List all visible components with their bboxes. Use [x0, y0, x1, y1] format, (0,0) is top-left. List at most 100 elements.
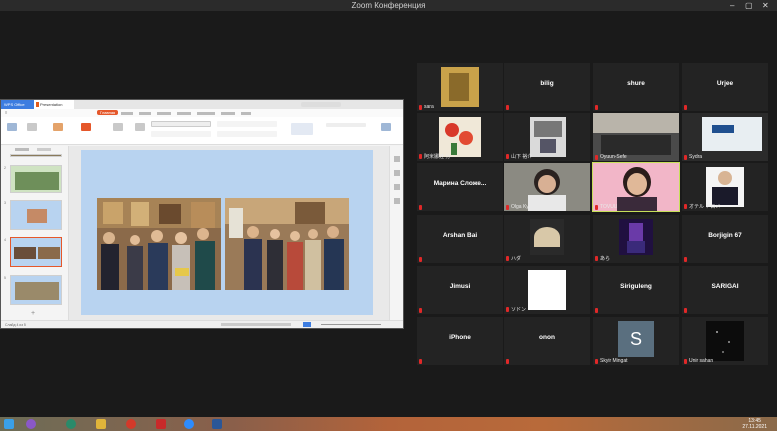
mic-muted-icon [506, 256, 509, 261]
participant-tile[interactable]: sara [417, 63, 503, 111]
menu-slideshow[interactable] [197, 112, 215, 115]
participant-caption [595, 308, 600, 313]
zoom-icon[interactable] [184, 419, 194, 429]
start-icon[interactable] [4, 419, 14, 429]
alignment-buttons[interactable] [217, 131, 277, 137]
zoom-titlebar: Zoom Конференция – ▢ ✕ [0, 0, 777, 11]
layout-panel-icon[interactable] [394, 198, 400, 204]
menu-transitions[interactable] [157, 112, 171, 115]
layout-icon[interactable] [113, 123, 123, 131]
participant-tile[interactable]: Urjee [682, 63, 768, 111]
close-icon[interactable]: ✕ [762, 0, 769, 11]
zoom-slider[interactable] [321, 324, 381, 325]
find-replace[interactable] [326, 123, 366, 127]
participant-tile[interactable]: ソドン [504, 266, 590, 314]
participant-tile[interactable]: iPhone [417, 317, 503, 365]
mic-muted-icon [419, 257, 422, 262]
format-painter-icon[interactable] [53, 123, 63, 131]
maximize-icon[interactable]: ▢ [745, 0, 753, 11]
edge-icon[interactable] [66, 419, 76, 429]
paragraph-buttons[interactable] [217, 121, 277, 127]
participant-tile[interactable]: 阿米娜娃 分 [417, 113, 503, 161]
menu-design[interactable] [139, 112, 151, 115]
participant-tile[interactable]: SARIGAI [682, 266, 768, 314]
slide-thumbnail-5[interactable] [10, 275, 62, 305]
reset-icon[interactable] [135, 123, 145, 131]
mic-muted-icon [684, 308, 687, 313]
file-explorer-icon[interactable] [96, 419, 106, 429]
slideshow-button[interactable] [303, 322, 311, 327]
participant-tile[interactable]: Arshan Bai [417, 215, 503, 263]
participant-tile[interactable]: Марина Сложе... [417, 163, 503, 211]
panel-tabs[interactable] [1, 146, 68, 154]
participant-caption: Skyir Mingat [595, 358, 628, 364]
participant-tile[interactable]: Siriguleng [593, 266, 679, 314]
participant-tile[interactable]: TOVUU [592, 162, 680, 212]
menu-view[interactable] [241, 112, 251, 115]
slide-thumbnail-4[interactable] [10, 237, 62, 267]
slide-photo-left [97, 198, 221, 290]
slides-panel: 2 3 4 5 + [1, 146, 69, 321]
menu-bar: ≡ Главная [1, 109, 403, 117]
animation-icon[interactable] [394, 170, 400, 176]
wps-icon[interactable] [156, 419, 166, 429]
taskbar-clock[interactable]: 13:45 27.11.2021 [742, 418, 767, 430]
mic-muted-icon [506, 154, 509, 159]
menu-animation[interactable] [177, 112, 191, 115]
participant-tile[interactable]: 山下 裕介 [504, 113, 590, 161]
word-icon[interactable] [212, 419, 222, 429]
minimize-icon[interactable]: – [730, 0, 734, 11]
participant-tile[interactable]: オテル ドロメ [682, 163, 768, 211]
search-box[interactable] [301, 102, 341, 107]
menu-home[interactable]: Главная [97, 110, 119, 115]
tab-document[interactable]: Presentation [34, 100, 74, 109]
participant-tile[interactable]: S Skyir Mingat [593, 317, 679, 365]
participant-name-label: TOVUU [600, 204, 618, 210]
slide-thumbnail-2[interactable] [10, 165, 62, 193]
property-icon[interactable] [394, 156, 400, 162]
participant-tile[interactable]: Unir sahan [682, 317, 768, 365]
cortana-icon[interactable] [26, 419, 36, 429]
participant-name-label: ハダ [511, 256, 522, 262]
slide-canvas[interactable] [81, 150, 373, 315]
participant-name-center: iPhone [449, 334, 471, 341]
participant-tile[interactable]: ハダ [504, 215, 590, 263]
ribbon-toolbar [1, 117, 403, 145]
participant-tile[interactable]: Jimusi [417, 266, 503, 314]
participant-tile[interactable]: shure [593, 63, 679, 111]
participant-name-label: sara [424, 104, 434, 110]
new-slide-icon[interactable] [81, 123, 91, 131]
mic-muted-icon [595, 358, 598, 364]
menu-icon[interactable]: ≡ [5, 110, 7, 115]
participant-name-label: 山下 裕介 [511, 154, 533, 160]
paste-icon[interactable] [7, 123, 17, 131]
slide-thumbnail-3[interactable] [10, 200, 62, 230]
mic-muted-icon [684, 257, 687, 262]
participant-tile[interactable]: bilig [504, 63, 590, 111]
participant-tile[interactable]: あら [593, 215, 679, 263]
participant-caption [419, 359, 424, 364]
arrange-icon[interactable] [381, 123, 391, 131]
cut-icon[interactable] [27, 123, 37, 131]
participant-name-center: Марина Сложе... [433, 180, 487, 187]
participant-tile[interactable]: Sydra [682, 113, 768, 161]
font-name-select[interactable] [151, 121, 211, 127]
participant-caption: 阿米娜娃 分 [419, 153, 450, 160]
transition-icon[interactable] [394, 184, 400, 190]
add-slide-icon[interactable]: + [31, 310, 35, 317]
slide-thumbnail-1[interactable] [10, 154, 62, 157]
menu-insert[interactable] [121, 112, 133, 115]
participant-tile[interactable]: Borjigin 67 [682, 215, 768, 263]
participant-tile[interactable]: onon [504, 317, 590, 365]
font-style-buttons[interactable] [151, 131, 211, 137]
participant-tile[interactable]: Oyuun-Sefe [593, 113, 679, 161]
view-buttons[interactable] [221, 323, 291, 326]
opera-icon[interactable] [126, 419, 136, 429]
tab-wps-home[interactable]: WPS Office [1, 100, 34, 109]
shapes-icon[interactable] [291, 123, 313, 135]
participant-tile[interactable]: Olga Kyllonen [504, 163, 590, 211]
participant-name-center: Arshan Bai [442, 232, 478, 239]
menu-review[interactable] [221, 112, 235, 115]
participant-caption: オテル ドロメ [684, 203, 720, 210]
participant-caption [684, 105, 689, 110]
